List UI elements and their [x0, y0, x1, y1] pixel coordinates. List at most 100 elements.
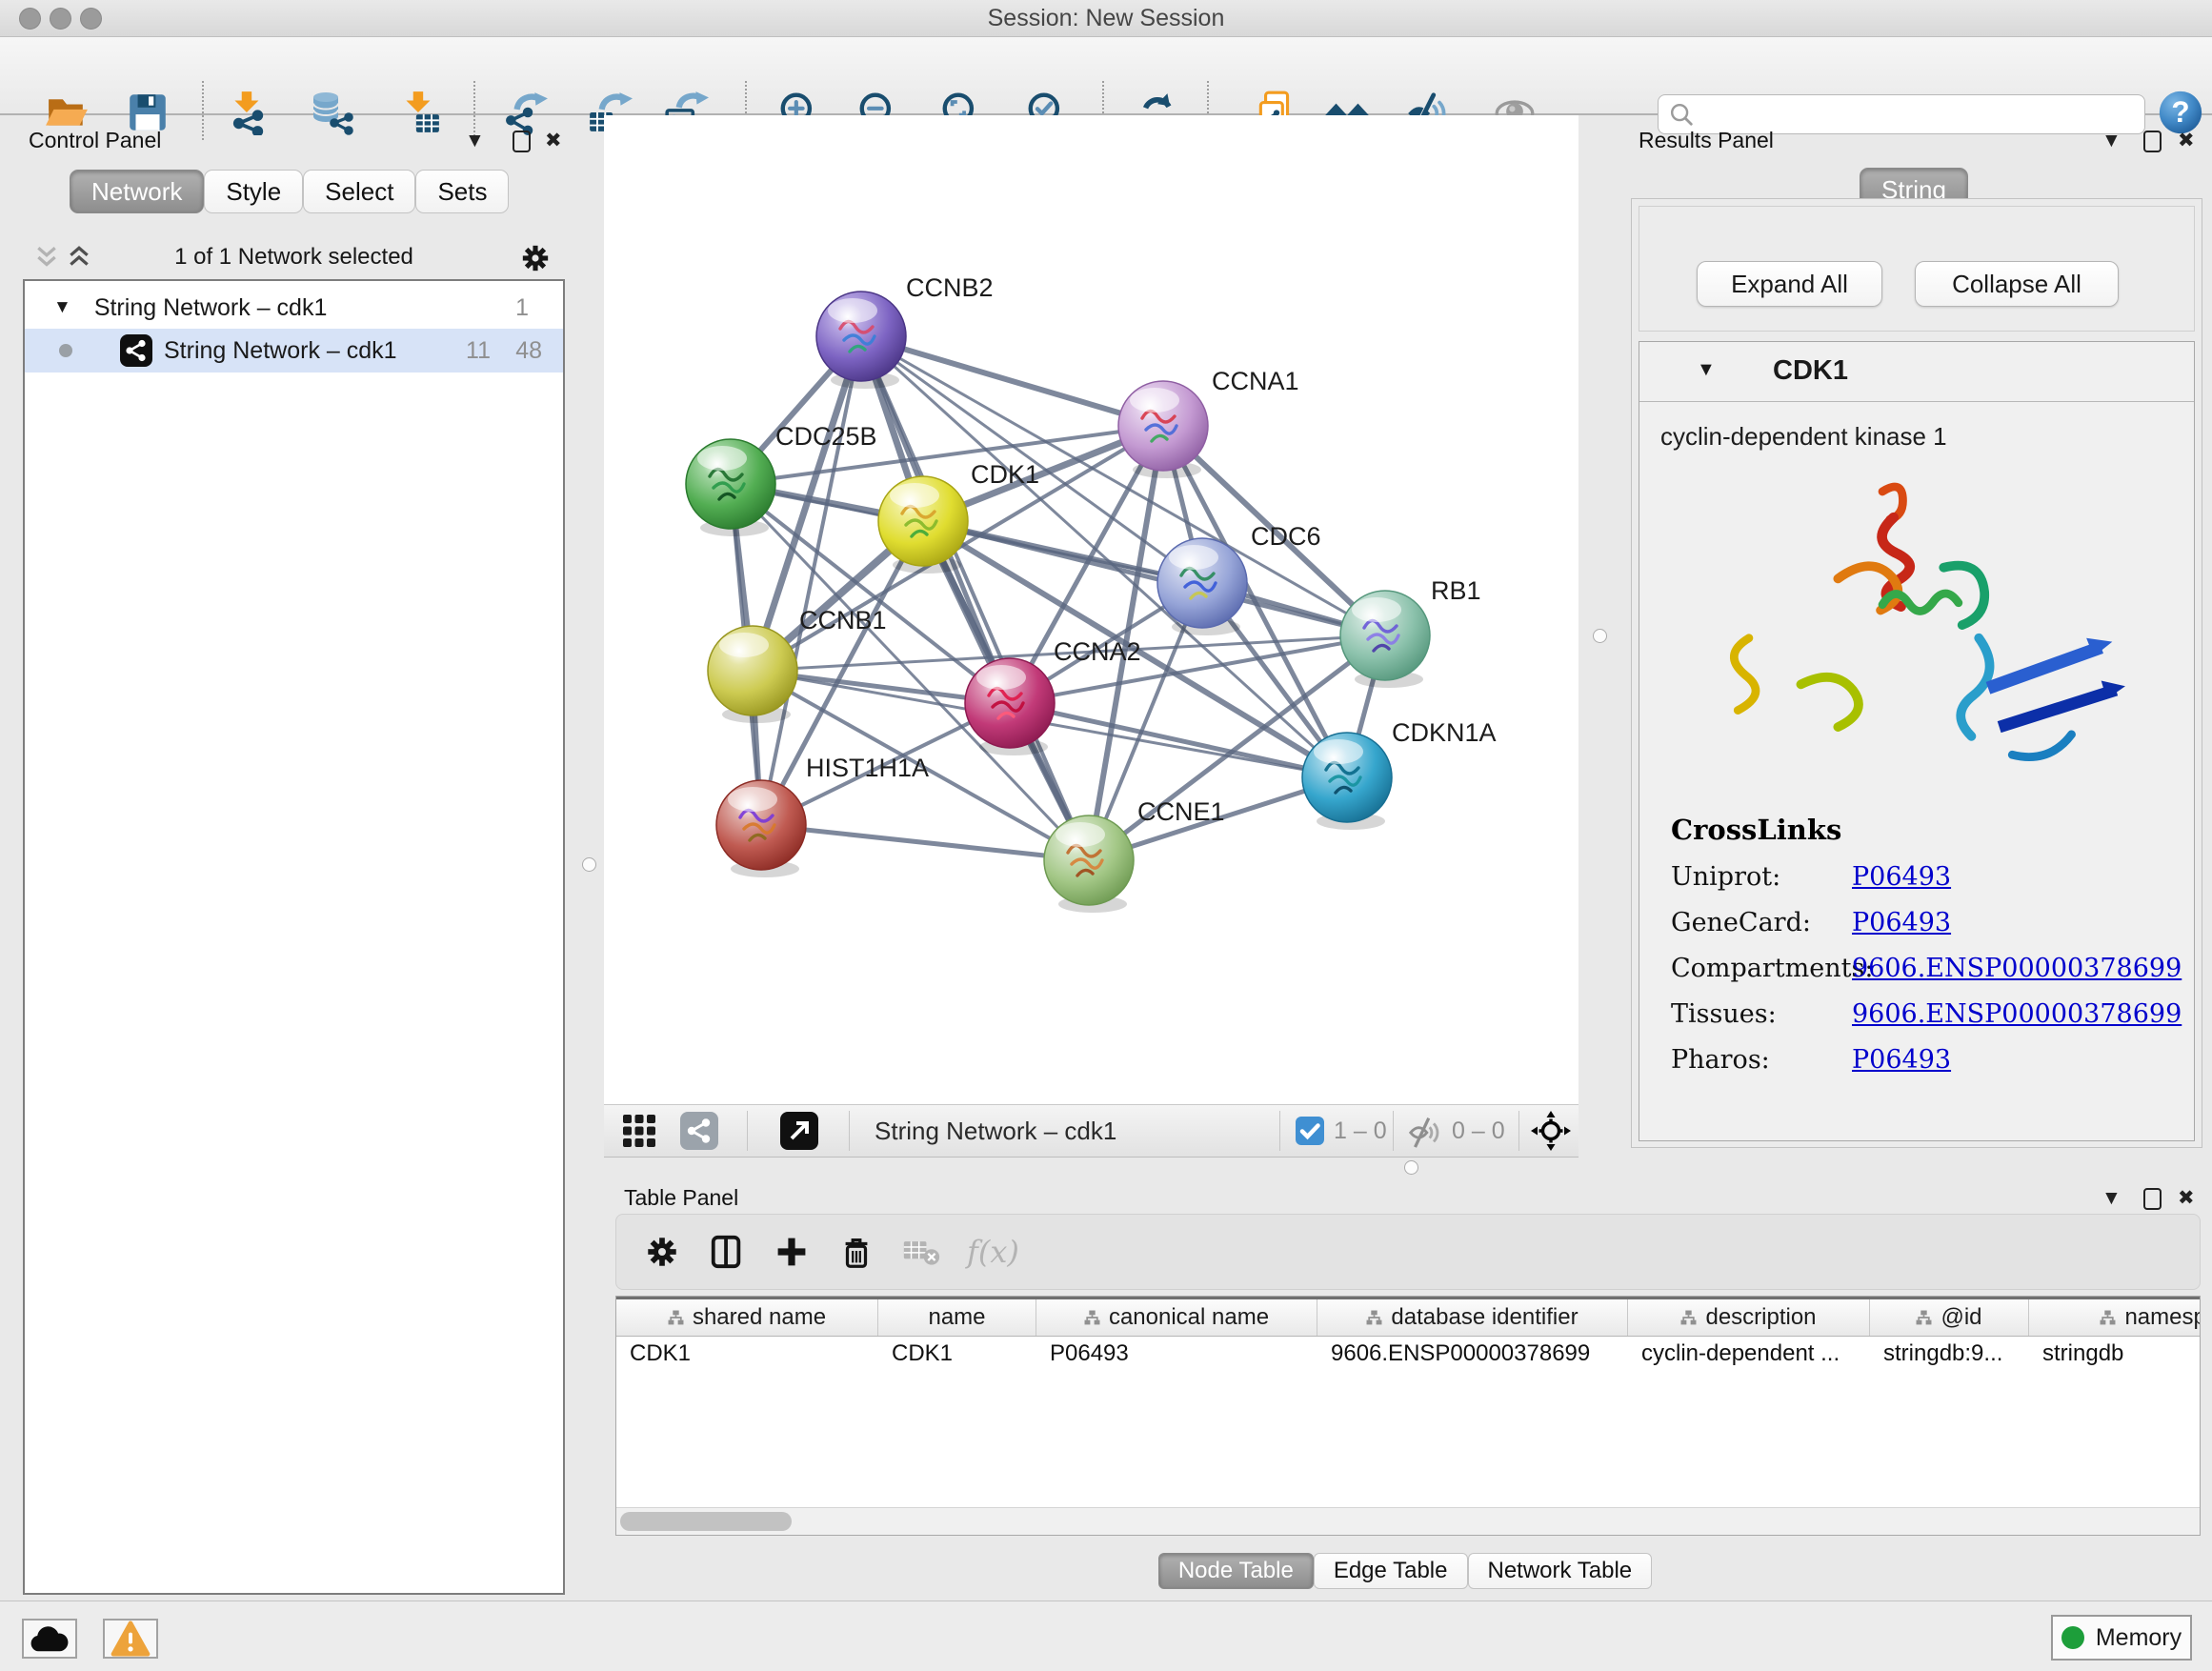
table-row[interactable]: CDK1CDK1P064939606.ENSP00000378699cyclin…: [616, 1337, 2201, 1371]
control-panel-title: Control Panel: [29, 128, 161, 153]
control-panel-menu-icon[interactable]: ▼: [465, 130, 485, 152]
table-h-scrollbar[interactable]: [616, 1507, 2200, 1535]
tab-network-table[interactable]: Network Table: [1468, 1553, 1653, 1589]
right-divider-handle[interactable]: [1593, 629, 1607, 643]
network-node-RB1[interactable]: [1340, 591, 1430, 688]
crosslink-link[interactable]: P06493: [1852, 908, 1951, 937]
table-panel-close-icon[interactable]: ✖: [2178, 1187, 2195, 1210]
table-cell[interactable]: CDK1: [616, 1337, 878, 1371]
tab-network[interactable]: Network: [70, 170, 204, 213]
show-columns-icon[interactable]: [708, 1233, 746, 1271]
table-panel-title: Table Panel: [624, 1185, 738, 1211]
control-panel-float-icon[interactable]: [513, 131, 531, 152]
column-header-description[interactable]: description: [1628, 1299, 1870, 1336]
results-panel-close-icon[interactable]: ✖: [2178, 130, 2195, 152]
crosslink-link[interactable]: P06493: [1852, 1045, 1951, 1075]
netbar-separator: [1279, 1111, 1280, 1151]
table-panel-float-icon[interactable]: [2143, 1188, 2162, 1210]
left-divider-handle[interactable]: [582, 857, 596, 872]
crosslink-label: Tissues:: [1671, 999, 1852, 1029]
main-toolbar: ?: [0, 37, 2212, 115]
network-node-CCNA1[interactable]: [1118, 381, 1208, 478]
tab-node-table[interactable]: Node Table: [1158, 1553, 1314, 1589]
table-cell[interactable]: 9606.ENSP00000378699: [1317, 1337, 1628, 1371]
network-node-CDKN1A[interactable]: [1302, 733, 1392, 830]
grid-icon: [620, 1112, 658, 1150]
tab-edge-table[interactable]: Edge Table: [1314, 1553, 1468, 1589]
tab-select[interactable]: Select: [303, 170, 415, 213]
cloud-button[interactable]: [22, 1619, 77, 1659]
network-node-CDK1[interactable]: [878, 476, 968, 574]
network-node-HIST1H1A[interactable]: [716, 780, 806, 877]
table-panel-menu-icon[interactable]: ▼: [2101, 1187, 2122, 1210]
memory-button[interactable]: Memory: [2051, 1615, 2192, 1661]
import-network-database-button[interactable]: [305, 87, 356, 138]
result-card-header[interactable]: ▼ CDK1: [1639, 342, 2194, 402]
scrollbar-thumb[interactable]: [620, 1512, 792, 1531]
import-table-file-button[interactable]: [393, 87, 445, 138]
results-panel-menu-icon[interactable]: ▼: [2101, 130, 2122, 152]
column-header-shared-name[interactable]: shared name: [616, 1299, 878, 1336]
network-node-CCNA2[interactable]: [965, 658, 1055, 755]
expand-all-button[interactable]: Expand All: [1697, 261, 1882, 307]
selected-checkbox-icon[interactable]: [1296, 1112, 1324, 1150]
table-cell[interactable]: stringdb:9...: [1870, 1337, 2029, 1371]
app-window: Session: New Session: [0, 0, 2212, 1671]
edge-HIST1H1A-CCNE1[interactable]: [761, 825, 1089, 860]
memory-status-dot-icon: [2061, 1626, 2084, 1649]
crosslink-row: Pharos:P06493: [1671, 1045, 2182, 1075]
search-input[interactable]: [1695, 100, 2118, 129]
results-panel-float-icon[interactable]: [2143, 131, 2162, 152]
export-network-icon: [504, 90, 550, 135]
warnings-button[interactable]: [103, 1619, 158, 1659]
edge-CCNB2-HIST1H1A[interactable]: [761, 336, 861, 825]
crosslink-link[interactable]: 9606.ENSP00000378699: [1852, 954, 2182, 983]
collection-count: 1: [515, 294, 529, 322]
tab-sets[interactable]: Sets: [415, 170, 509, 213]
add-column-icon[interactable]: [773, 1233, 811, 1271]
edge-CCNB2-CCNA1[interactable]: [861, 336, 1163, 426]
crosslink-link[interactable]: 9606.ENSP00000378699: [1852, 999, 2182, 1029]
netbar-separator: [1518, 1111, 1519, 1151]
crosslink-link[interactable]: P06493: [1852, 862, 1951, 892]
crosslink-label: Pharos:: [1671, 1045, 1852, 1075]
column-header-name[interactable]: name: [878, 1299, 1036, 1336]
column-header-database-identifier[interactable]: database identifier: [1317, 1299, 1628, 1336]
collapse-all-button[interactable]: Collapse All: [1915, 261, 2119, 307]
import-network-file-button[interactable]: [222, 87, 273, 138]
table-gear-icon[interactable]: [643, 1233, 681, 1271]
table-cell[interactable]: stringdb: [2029, 1337, 2201, 1371]
network-collection-row[interactable]: ▼ String Network – cdk1 1: [25, 287, 563, 329]
title-bar: Session: New Session: [0, 0, 2212, 37]
column-header-canonical-name[interactable]: canonical name: [1036, 1299, 1317, 1336]
collapse-triangle-icon[interactable]: ▼: [1697, 359, 1716, 381]
table-cell[interactable]: P06493: [1036, 1337, 1317, 1371]
horizontal-divider-handle[interactable]: [1404, 1160, 1418, 1175]
column-header-@id[interactable]: @id: [1870, 1299, 2029, 1336]
network-view-title: String Network – cdk1: [875, 1112, 1116, 1150]
pan-tool-button[interactable]: [1530, 1112, 1572, 1150]
network-node-CCNE1[interactable]: [1044, 815, 1134, 913]
edge-CCNA2-CDKN1A[interactable]: [1010, 703, 1347, 777]
collapse-triangle-icon[interactable]: ▼: [53, 297, 71, 318]
control-panel-close-icon[interactable]: ✖: [545, 130, 562, 152]
node-label-CCNB2: CCNB2: [906, 273, 994, 302]
delete-row-icon[interactable]: [837, 1233, 875, 1271]
network-view-bottom-bar: String Network – cdk1 1 – 0 0 – 0: [604, 1104, 1579, 1158]
string-network-icon: [120, 334, 152, 367]
open-in-browser-button[interactable]: [780, 1112, 818, 1150]
function-builder-icon: f(x): [967, 1233, 1019, 1271]
gear-icon[interactable]: [519, 242, 552, 279]
import-table-icon: [396, 90, 442, 135]
birdseye-grid-button[interactable]: [620, 1112, 658, 1150]
column-header-namespace[interactable]: namespace: [2029, 1299, 2201, 1336]
string-badge-button[interactable]: [680, 1112, 718, 1150]
network-node-CDC25B[interactable]: [686, 439, 775, 536]
tab-style[interactable]: Style: [204, 170, 303, 213]
table-cell[interactable]: CDK1: [878, 1337, 1036, 1371]
network-node-CDC6[interactable]: [1157, 538, 1247, 635]
node-label-RB1: RB1: [1431, 576, 1481, 605]
network-row-selected[interactable]: String Network – cdk1 11 48: [25, 329, 563, 372]
network-view-canvas[interactable]: CCNB2CCNA1CDC25BCDK1CDC6RB1CCNB1CCNA2CDK…: [604, 115, 1579, 1104]
table-cell[interactable]: cyclin-dependent ...: [1628, 1337, 1870, 1371]
